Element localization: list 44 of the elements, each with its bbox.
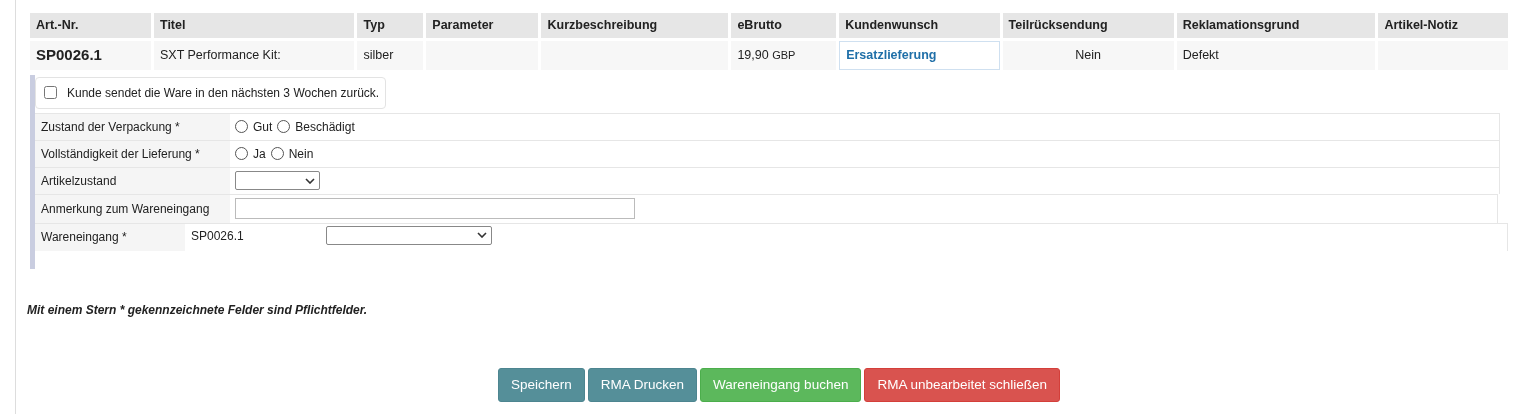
column-header: Artikel-Notiz [1378, 13, 1508, 38]
action-button[interactable]: Speichern [498, 367, 585, 402]
checkbox-label: Kunde sendet die Ware in den nächsten 3 Wochen zurück. [67, 84, 380, 102]
caret-icon [477, 232, 487, 238]
radio-label: Ja [253, 145, 266, 163]
radio-label: Beschädigt [295, 118, 355, 136]
column-header: Kurzbeschreibung [541, 13, 729, 38]
table-cell: SXT Performance Kit: [153, 41, 355, 70]
price-text: 19,90 [737, 47, 769, 62]
table-cell: silber [357, 41, 424, 70]
text-field[interactable] [235, 198, 635, 219]
select-field[interactable] [235, 171, 320, 190]
caret-icon [305, 177, 315, 184]
column-header: Teilrücksendung [1002, 13, 1174, 38]
action-button[interactable]: RMA unbearbeitet schließen [864, 367, 1060, 402]
article-number: SP0026.1 [191, 227, 245, 245]
table-cell: Defekt [1176, 41, 1376, 70]
action-button[interactable]: RMA Drucken [587, 367, 698, 402]
article-number: SP0026.1 [36, 46, 102, 63]
column-header: Parameter [426, 13, 539, 38]
currency-text: GBP [772, 48, 796, 61]
customer-request-link[interactable]: Ersatzlieferung [839, 41, 1000, 70]
radio-button[interactable] [270, 147, 284, 160]
footnote-text: Mit einem Stern * gekennzeichnete Felder sind Pflichtfelder. [27, 301, 369, 319]
column-header: eBrutto [731, 13, 837, 38]
checkbox[interactable] [44, 86, 57, 99]
column-header: Kundenwunsch [839, 13, 1000, 38]
action-button[interactable]: Wareneingang buchen [700, 367, 862, 402]
radio-label: Gut [253, 118, 273, 136]
column-header: Art.-Nr. [30, 13, 151, 38]
field-label: Artikelzustand [35, 167, 230, 194]
table-cell: Nein [1002, 41, 1174, 70]
column-header: Typ [357, 13, 424, 38]
column-header: Reklamationsgrund [1176, 13, 1376, 38]
field-label: Anmerkung zum Wareneingang [35, 194, 230, 223]
field-label: Wareneingang * [35, 223, 185, 251]
radio-button[interactable] [235, 120, 248, 133]
select-field[interactable] [326, 225, 492, 245]
radio-button[interactable] [235, 147, 248, 160]
field-label: Zustand der Verpackung * [35, 113, 230, 140]
radio-label: Nein [288, 145, 314, 163]
radio-button[interactable] [277, 120, 291, 133]
column-header: Titel [153, 13, 355, 38]
field-label: Vollständigkeit der Lieferung * [35, 140, 230, 167]
